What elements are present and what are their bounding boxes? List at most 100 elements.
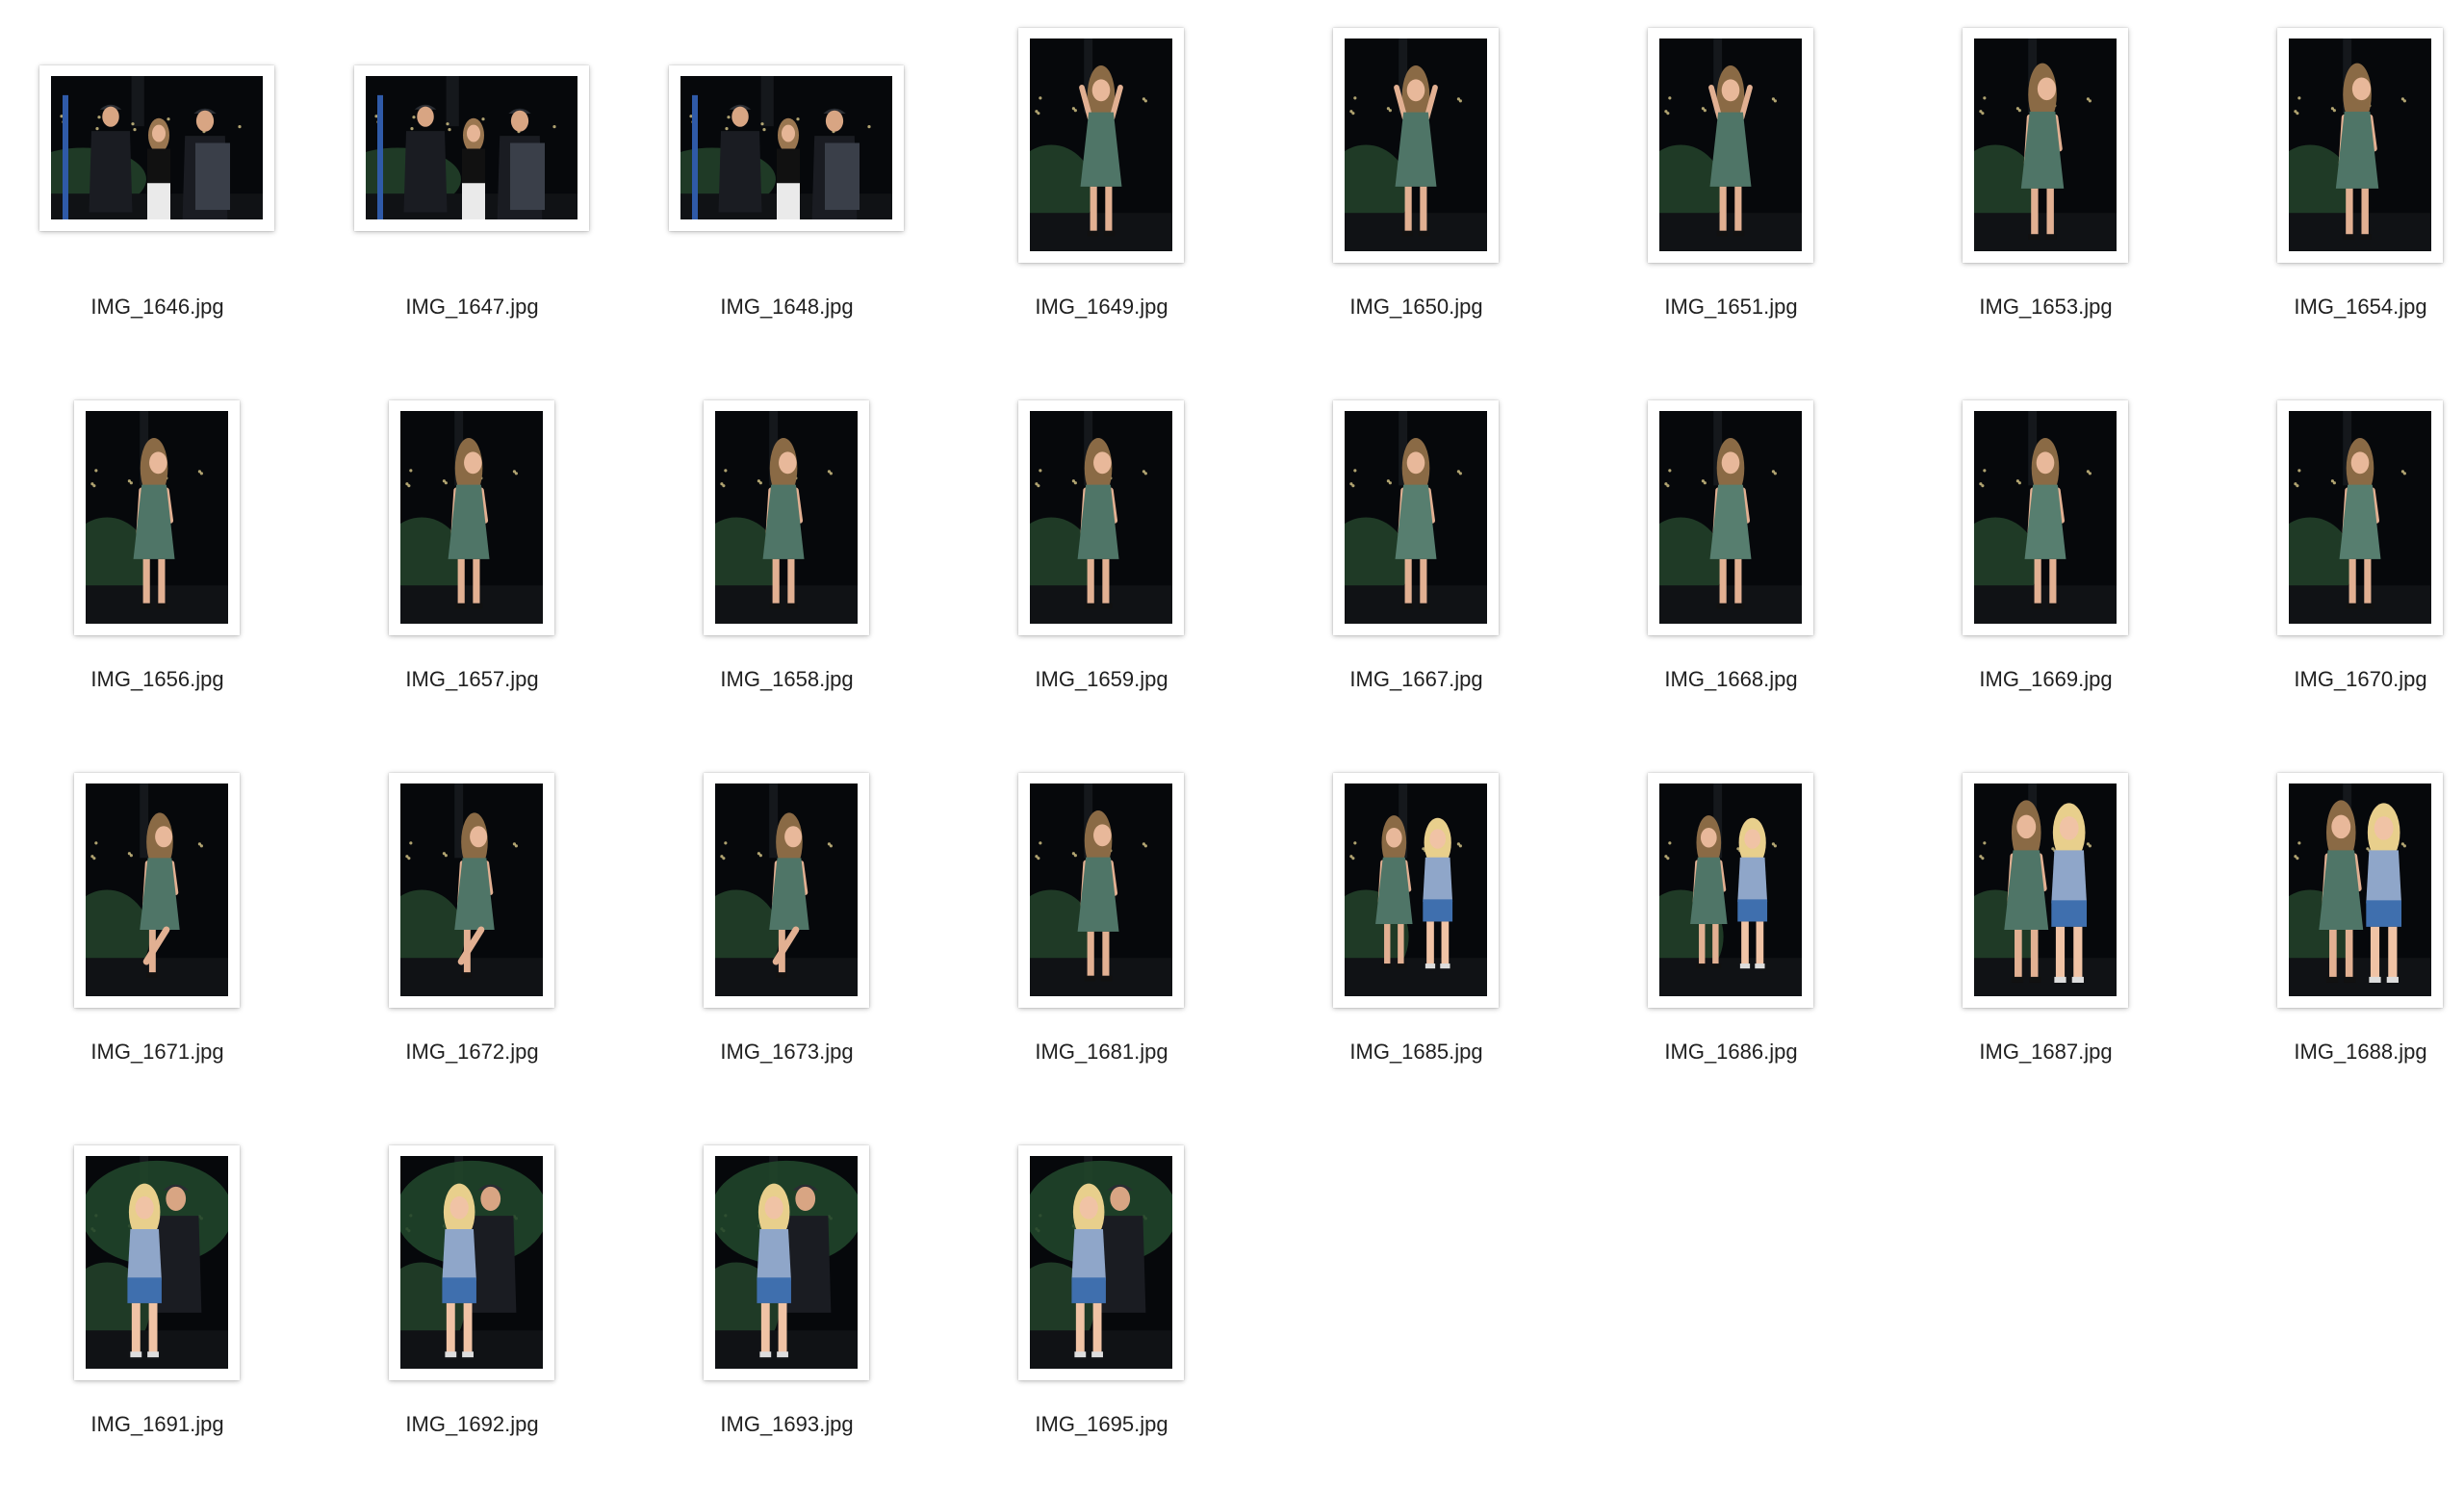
image-thumbnail-icon xyxy=(51,76,263,219)
file-item[interactable]: IMG_1656.jpg xyxy=(0,372,315,745)
image-thumbnail[interactable] xyxy=(389,773,554,1008)
file-item[interactable]: IMG_1649.jpg xyxy=(944,0,1259,372)
image-thumbnail[interactable] xyxy=(74,1145,240,1380)
file-name-label[interactable]: IMG_1654.jpg xyxy=(2203,294,2464,321)
file-item[interactable]: IMG_1647.jpg xyxy=(315,0,629,372)
image-thumbnail[interactable] xyxy=(1333,28,1499,263)
image-thumbnail[interactable] xyxy=(1963,28,2128,263)
file-item[interactable]: IMG_1651.jpg xyxy=(1574,0,1888,372)
file-item[interactable]: IMG_1693.jpg xyxy=(629,1118,944,1490)
image-thumbnail-icon xyxy=(86,784,228,996)
file-item[interactable]: IMG_1669.jpg xyxy=(1888,372,2203,745)
image-thumbnail[interactable] xyxy=(1648,773,1813,1008)
file-item[interactable]: IMG_1685.jpg xyxy=(1259,745,1574,1118)
image-thumbnail[interactable] xyxy=(1648,400,1813,635)
file-item[interactable]: IMG_1668.jpg xyxy=(1574,372,1888,745)
image-thumbnail[interactable] xyxy=(354,65,589,231)
file-item[interactable]: IMG_1681.jpg xyxy=(944,745,1259,1118)
image-thumbnail[interactable] xyxy=(74,773,240,1008)
file-name-label[interactable]: IMG_1646.jpg xyxy=(0,294,315,321)
file-item[interactable]: IMG_1692.jpg xyxy=(315,1118,629,1490)
image-thumbnail-icon xyxy=(1030,39,1172,251)
image-thumbnail-icon xyxy=(1659,411,1802,624)
image-thumbnail[interactable] xyxy=(1963,400,2128,635)
file-name-label[interactable]: IMG_1672.jpg xyxy=(315,1039,629,1066)
file-name-label[interactable]: IMG_1669.jpg xyxy=(1888,666,2203,693)
image-thumbnail-icon xyxy=(2289,39,2431,251)
file-name-label[interactable]: IMG_1685.jpg xyxy=(1259,1039,1574,1066)
file-name-label[interactable]: IMG_1670.jpg xyxy=(2203,666,2464,693)
image-thumbnail[interactable] xyxy=(2277,773,2443,1008)
image-thumbnail-icon xyxy=(715,1156,858,1369)
image-thumbnail[interactable] xyxy=(1018,400,1184,635)
file-name-label[interactable]: IMG_1691.jpg xyxy=(0,1411,315,1438)
file-name-label[interactable]: IMG_1693.jpg xyxy=(629,1411,944,1438)
file-item[interactable]: IMG_1687.jpg xyxy=(1888,745,2203,1118)
image-thumbnail[interactable] xyxy=(1333,773,1499,1008)
file-item[interactable]: IMG_1672.jpg xyxy=(315,745,629,1118)
image-thumbnail-icon xyxy=(366,76,578,219)
file-item[interactable]: IMG_1667.jpg xyxy=(1259,372,1574,745)
file-name-label[interactable]: IMG_1651.jpg xyxy=(1574,294,1888,321)
file-name-label[interactable]: IMG_1673.jpg xyxy=(629,1039,944,1066)
file-name-label[interactable]: IMG_1686.jpg xyxy=(1574,1039,1888,1066)
file-name-label[interactable]: IMG_1688.jpg xyxy=(2203,1039,2464,1066)
file-item[interactable]: IMG_1650.jpg xyxy=(1259,0,1574,372)
image-thumbnail-icon xyxy=(1345,411,1487,624)
image-thumbnail[interactable] xyxy=(1018,773,1184,1008)
image-thumbnail[interactable] xyxy=(704,400,869,635)
image-thumbnail[interactable] xyxy=(1648,28,1813,263)
file-item[interactable]: IMG_1657.jpg xyxy=(315,372,629,745)
image-thumbnail-icon xyxy=(1030,411,1172,624)
file-name-label[interactable]: IMG_1648.jpg xyxy=(629,294,944,321)
file-name-label[interactable]: IMG_1668.jpg xyxy=(1574,666,1888,693)
file-item[interactable]: IMG_1654.jpg xyxy=(2203,0,2464,372)
file-name-label[interactable]: IMG_1658.jpg xyxy=(629,666,944,693)
image-thumbnail[interactable] xyxy=(1018,1145,1184,1380)
file-name-label[interactable]: IMG_1647.jpg xyxy=(315,294,629,321)
file-name-label[interactable]: IMG_1657.jpg xyxy=(315,666,629,693)
file-name-label[interactable]: IMG_1656.jpg xyxy=(0,666,315,693)
image-thumbnail[interactable] xyxy=(1963,773,2128,1008)
file-name-label[interactable]: IMG_1659.jpg xyxy=(944,666,1259,693)
image-thumbnail-icon xyxy=(1974,411,2117,624)
file-item[interactable]: IMG_1658.jpg xyxy=(629,372,944,745)
file-name-label[interactable]: IMG_1692.jpg xyxy=(315,1411,629,1438)
image-thumbnail[interactable] xyxy=(389,1145,554,1380)
image-thumbnail[interactable] xyxy=(2277,400,2443,635)
file-item[interactable]: IMG_1671.jpg xyxy=(0,745,315,1118)
file-name-label[interactable]: IMG_1653.jpg xyxy=(1888,294,2203,321)
image-thumbnail[interactable] xyxy=(389,400,554,635)
image-thumbnail-icon xyxy=(400,1156,543,1369)
image-thumbnail[interactable] xyxy=(74,400,240,635)
image-thumbnail-icon xyxy=(715,411,858,624)
image-thumbnail[interactable] xyxy=(1333,400,1499,635)
file-item[interactable]: IMG_1686.jpg xyxy=(1574,745,1888,1118)
file-name-label[interactable]: IMG_1687.jpg xyxy=(1888,1039,2203,1066)
file-name-label[interactable]: IMG_1671.jpg xyxy=(0,1039,315,1066)
file-name-label[interactable]: IMG_1667.jpg xyxy=(1259,666,1574,693)
image-thumbnail[interactable] xyxy=(1018,28,1184,263)
image-thumbnail[interactable] xyxy=(669,65,904,231)
image-thumbnail[interactable] xyxy=(39,65,274,231)
file-name-label[interactable]: IMG_1650.jpg xyxy=(1259,294,1574,321)
file-item[interactable]: IMG_1670.jpg xyxy=(2203,372,2464,745)
image-thumbnail-icon xyxy=(1030,1156,1172,1369)
file-item[interactable]: IMG_1646.jpg xyxy=(0,0,315,372)
file-name-label[interactable]: IMG_1681.jpg xyxy=(944,1039,1259,1066)
file-item[interactable]: IMG_1673.jpg xyxy=(629,745,944,1118)
image-thumbnail[interactable] xyxy=(704,773,869,1008)
file-item[interactable]: IMG_1695.jpg xyxy=(944,1118,1259,1490)
file-item[interactable]: IMG_1688.jpg xyxy=(2203,745,2464,1118)
file-item[interactable]: IMG_1691.jpg xyxy=(0,1118,315,1490)
image-thumbnail[interactable] xyxy=(704,1145,869,1380)
image-thumbnail[interactable] xyxy=(2277,28,2443,263)
image-thumbnail-icon xyxy=(2289,784,2431,996)
file-item[interactable]: IMG_1653.jpg xyxy=(1888,0,2203,372)
image-thumbnail-icon xyxy=(400,784,543,996)
file-item[interactable]: IMG_1659.jpg xyxy=(944,372,1259,745)
file-name-label[interactable]: IMG_1649.jpg xyxy=(944,294,1259,321)
file-item[interactable]: IMG_1648.jpg xyxy=(629,0,944,372)
file-name-label[interactable]: IMG_1695.jpg xyxy=(944,1411,1259,1438)
image-thumbnail-icon xyxy=(1974,784,2117,996)
